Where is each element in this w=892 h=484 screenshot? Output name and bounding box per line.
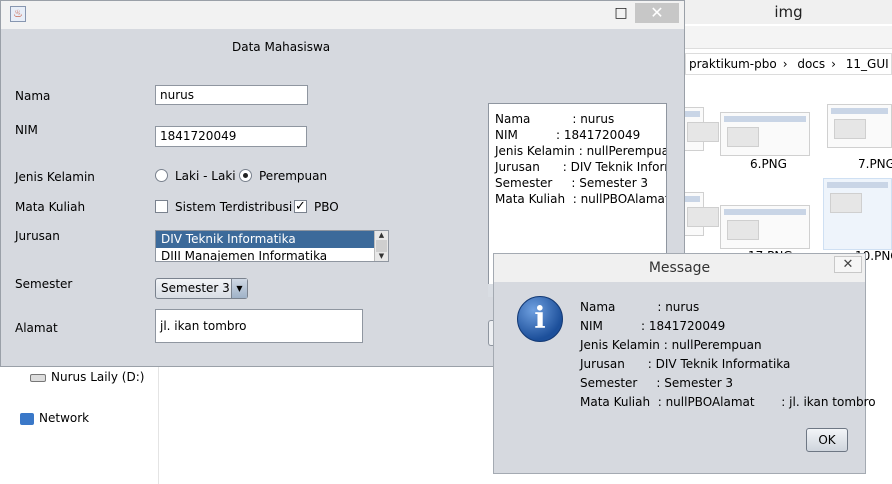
maximize-button[interactable]: □ <box>607 3 635 23</box>
file-thumbnail[interactable] <box>720 112 810 156</box>
form-title: Data Mahasiswa <box>232 40 331 54</box>
sidebar-item-drive[interactable]: Nurus Laily (D:) <box>30 370 144 384</box>
label-jenis-kelamin: Jenis Kelamin <box>15 170 95 184</box>
file-thumbnail[interactable] <box>827 104 892 148</box>
output-line: Semester : Semester 3 <box>495 176 649 190</box>
message-line: Jenis Kelamin : nullPerempuan <box>580 338 762 352</box>
chevron-down-icon[interactable]: ▼ <box>231 279 247 298</box>
checkbox-label[interactable]: PBO <box>314 200 339 214</box>
dialog-close-button[interactable]: ✕ <box>834 256 862 273</box>
label-nim: NIM <box>15 123 38 137</box>
list-scrollbar[interactable]: ▲ ▼ <box>374 231 388 261</box>
dialog-title: Message <box>648 260 711 276</box>
list-item[interactable]: DIII Manajemen Informatika <box>156 248 388 261</box>
explorer-toolbar <box>685 26 892 49</box>
window-titlebar[interactable]: ♨ □ ✕ <box>1 1 684 29</box>
file-thumbnail-selected[interactable] <box>823 178 892 250</box>
label-jurusan: Jurusan <box>15 229 60 243</box>
chevron-right-icon: › <box>831 57 836 71</box>
output-line: Mata Kuliah : nullPBOAlamat <box>495 192 667 206</box>
message-line: Mata Kuliah : nullPBOAlamat : jl. ikan t… <box>580 395 876 409</box>
information-icon: i <box>517 296 563 342</box>
label-nama: Nama <box>15 89 51 103</box>
message-line: Jurusan : DIV Teknik Informatika <box>580 357 791 371</box>
label-mata-kuliah: Mata Kuliah <box>15 200 86 214</box>
radio-laki-laki[interactable] <box>155 169 168 182</box>
ok-button[interactable]: OK <box>806 428 848 452</box>
combobox-value: Semester 3 <box>161 281 230 295</box>
semester-combobox[interactable]: Semester 3 ▼ <box>155 278 248 299</box>
nim-input[interactable]: 1841720049 <box>155 126 307 147</box>
explorer-title: img <box>685 0 892 24</box>
file-name[interactable]: 6.PNG <box>750 157 787 171</box>
navigation-pane: Nurus Laily (D:) Network <box>0 366 159 484</box>
checkbox-label[interactable]: Sistem Terdistribusi <box>175 200 292 214</box>
sidebar-item-network[interactable]: Network <box>20 411 89 425</box>
radio-label[interactable]: Laki - Laki <box>175 169 236 183</box>
nama-input[interactable]: nurus <box>155 85 308 105</box>
label-alamat: Alamat <box>15 321 58 335</box>
jurusan-list[interactable]: DIV Teknik Informatika DIII Manajemen In… <box>155 230 389 262</box>
output-line: NIM : 1841720049 <box>495 128 641 142</box>
radio-label[interactable]: Perempuan <box>259 169 327 183</box>
file-thumbnail[interactable] <box>720 205 810 249</box>
address-bar[interactable]: praktikum-pbo› docs› 11_GUI› <box>685 53 892 75</box>
output-line: Jenis Kelamin : nullPerempuan <box>495 144 667 158</box>
output-line: Jurusan : DIV Teknik Informatika <box>495 160 666 174</box>
drive-icon <box>30 373 46 382</box>
drive-label: Nurus Laily (D:) <box>51 370 145 384</box>
network-icon <box>20 412 34 425</box>
radio-perempuan[interactable] <box>239 169 252 182</box>
message-line: Semester : Semester 3 <box>580 376 734 390</box>
dialog-message: Nama : nurus NIM : 1841720049 Jenis Kela… <box>580 298 876 412</box>
message-dialog: Message ✕ i Nama : nurus NIM : 184172004… <box>493 253 876 474</box>
scroll-up-icon[interactable]: ▲ <box>375 231 388 240</box>
breadcrumb-item[interactable]: 11_GUI <box>846 54 889 74</box>
alamat-textarea[interactable]: jl. ikan tombro <box>155 309 363 343</box>
message-line: Nama : nurus <box>580 300 700 314</box>
network-label: Network <box>39 411 90 425</box>
scroll-thumb[interactable] <box>376 240 387 252</box>
label-semester: Semester <box>15 277 73 291</box>
scroll-down-icon[interactable]: ▼ <box>375 252 388 261</box>
dialog-titlebar[interactable]: Message ✕ <box>494 254 865 282</box>
checkbox-pbo[interactable]: ✓ <box>294 200 307 213</box>
dialog-body: i Nama : nurus NIM : 1841720049 Jenis Ke… <box>501 284 876 468</box>
close-button[interactable]: ✕ <box>635 3 679 23</box>
breadcrumb-item[interactable]: praktikum-pbo <box>689 54 777 74</box>
message-line: NIM : 1841720049 <box>580 319 726 333</box>
breadcrumb-item[interactable]: docs <box>797 54 825 74</box>
java-app-icon: ♨ <box>10 6 26 22</box>
output-line: Nama : nurus <box>495 112 615 126</box>
checkbox-sistem-terdistribusi[interactable] <box>155 200 168 213</box>
file-name[interactable]: 7.PNG <box>858 157 892 171</box>
list-item[interactable]: DIV Teknik Informatika <box>156 231 374 248</box>
chevron-right-icon: › <box>782 57 788 71</box>
